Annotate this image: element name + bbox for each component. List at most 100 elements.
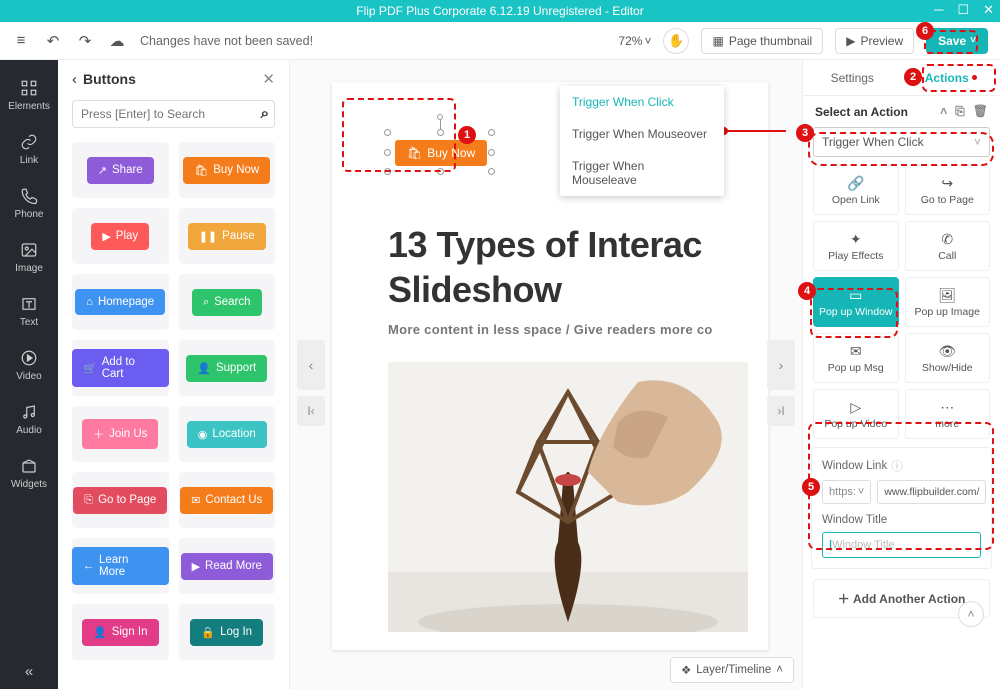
trigger-mouseleave[interactable]: Trigger When Mouseleave	[560, 150, 724, 196]
action-icon: ↪	[941, 175, 953, 192]
play-icon: ▶	[846, 34, 855, 48]
video-nav[interactable]: Video	[0, 338, 58, 392]
last-page[interactable]: ›I	[767, 396, 795, 426]
chip-label: Go to Page	[98, 494, 156, 506]
button-chip[interactable]: 🛒Add to Cart	[72, 340, 169, 396]
search-input[interactable]	[72, 100, 275, 128]
hamburger-icon[interactable]: ≡	[12, 32, 30, 50]
preview-button[interactable]: ▶Preview	[835, 28, 914, 54]
first-page[interactable]: I‹	[297, 396, 325, 426]
action-icon: 👁	[938, 343, 956, 360]
tab-settings[interactable]: Settings	[803, 60, 902, 95]
action-call[interactable]: ✆Call	[905, 221, 991, 271]
action-label: Go to Page	[921, 194, 974, 206]
action-pop-up-msg[interactable]: ✉ Pop up Msg	[813, 333, 899, 383]
button-chip[interactable]: 👤Support	[179, 340, 276, 396]
back-icon[interactable]: ‹	[72, 71, 77, 88]
elements-nav[interactable]: Elements	[0, 68, 58, 122]
button-chip[interactable]: ↗Share	[72, 142, 169, 198]
search-icon[interactable]: ⌕	[261, 105, 269, 122]
button-chip[interactable]: ⎘ Go to Page	[72, 472, 169, 528]
chip-label: Sign In	[112, 626, 148, 638]
page-image	[388, 362, 748, 632]
layer-timeline-button[interactable]: ❖Layer/Timeline˄	[670, 657, 794, 683]
collapse-nav[interactable]: «	[0, 653, 58, 689]
action-label: Pop up Msg	[828, 362, 884, 374]
minimize-icon[interactable]: ─	[934, 2, 943, 18]
chevron-down-icon: ˅	[974, 135, 981, 149]
button-chip[interactable]: 🛍Buy Now	[179, 142, 276, 198]
close-icon[interactable]: ✕	[983, 2, 994, 18]
page-thumbnail-button[interactable]: ▦Page thumbnail	[701, 28, 823, 54]
chip-label: Join Us	[109, 428, 147, 440]
action-more[interactable]: ⋯more	[905, 389, 991, 439]
action-icon: ✉	[850, 343, 862, 360]
button-chip[interactable]: ◉Location	[179, 406, 276, 462]
text-nav[interactable]: Text	[0, 284, 58, 338]
collapse-icon[interactable]: ˄	[940, 104, 947, 119]
scroll-up-button[interactable]: ˄	[958, 601, 984, 627]
url-input[interactable]: www.flipbuilder.com/	[877, 480, 986, 504]
chip-icon: 🛍	[194, 164, 208, 177]
chip-icon: 🛒	[83, 362, 97, 375]
action-play-effects[interactable]: ✦Play Effects	[813, 221, 899, 271]
button-chip[interactable]: 👤Sign In	[72, 604, 169, 660]
protocol-select[interactable]: https:˅	[822, 480, 871, 504]
hand-tool[interactable]: ✋	[663, 28, 689, 54]
chip-label: Location	[212, 428, 255, 440]
action-icon: ⋯	[940, 399, 954, 416]
action-go-to-page[interactable]: ↪ Go to Page	[905, 165, 991, 215]
trigger-select[interactable]: Trigger When Click˅	[813, 127, 990, 157]
chevron-up-icon: ˄	[776, 664, 783, 676]
audio-nav[interactable]: Audio	[0, 392, 58, 446]
save-button[interactable]: Save˅	[926, 28, 988, 54]
image-nav[interactable]: Image	[0, 230, 58, 284]
bag-icon: 🛍	[407, 146, 422, 160]
chip-label: Search	[214, 296, 250, 308]
trigger-click[interactable]: Trigger When Click	[560, 86, 724, 118]
copy-icon[interactable]: ⎘	[955, 104, 965, 119]
button-chip[interactable]: 🔒Log In	[179, 604, 276, 660]
action-pop-up-window[interactable]: ▭Pop up Window	[813, 277, 899, 327]
button-chip[interactable]: ←Learn More	[72, 538, 169, 594]
button-chip[interactable]: ❚❚Pause	[179, 208, 276, 264]
info-icon: ⓘ	[891, 458, 903, 474]
chip-label: Log In	[220, 626, 252, 638]
trigger-mouseover[interactable]: Trigger When Mouseover	[560, 118, 724, 150]
widgets-nav[interactable]: Widgets	[0, 446, 58, 500]
action-pop-up-image[interactable]: 🖼Pop up Image	[905, 277, 991, 327]
zoom-control[interactable]: 72%˅	[618, 34, 651, 48]
action-icon: 🖼	[938, 287, 956, 304]
button-chip[interactable]: ✉Contact Us	[179, 472, 276, 528]
button-chip[interactable]: ＋Join Us	[72, 406, 169, 462]
phone-nav[interactable]: Phone	[0, 176, 58, 230]
titlebar: Flip PDF Plus Corporate 6.12.19 Unregist…	[0, 0, 1000, 22]
grid-icon: ▦	[712, 34, 723, 48]
buttons-panel: ‹ Buttons ✕ ⌕ ↗Share🛍Buy Now▶Play❚❚Pause…	[58, 60, 290, 689]
trash-icon[interactable]: 🗑	[973, 104, 988, 119]
undo-icon[interactable]: ↶	[44, 32, 62, 50]
close-panel-icon[interactable]: ✕	[262, 70, 275, 88]
selected-button[interactable]: 🛍Buy Now	[395, 140, 487, 166]
app-title: Flip PDF Plus Corporate 6.12.19 Unregist…	[356, 4, 643, 18]
button-chip[interactable]: ⌂Homepage	[72, 274, 169, 330]
button-chip[interactable]: ▶Read More	[179, 538, 276, 594]
maximize-icon[interactable]: ☐	[957, 2, 969, 18]
action-show/hide[interactable]: 👁Show/Hide	[905, 333, 991, 383]
chip-icon: ⎘	[84, 494, 93, 507]
prev-page[interactable]: ‹	[297, 340, 325, 390]
selection-box[interactable]: 🛍Buy Now	[387, 132, 492, 172]
chip-label: Homepage	[98, 296, 154, 308]
next-page[interactable]: ›	[767, 340, 795, 390]
button-chip[interactable]: ⌕Search	[179, 274, 276, 330]
button-chip[interactable]: ▶Play	[72, 208, 169, 264]
canvas[interactable]: 🛍Buy Now 13 Types of InteracSlideshow Mo…	[290, 60, 802, 689]
action-pop-up-video[interactable]: ▷Pop up Video	[813, 389, 899, 439]
cloud-icon: ☁	[108, 32, 126, 50]
redo-icon[interactable]: ↷	[76, 32, 94, 50]
action-label: Call	[938, 250, 956, 262]
window-link-block: Window Linkⓘ https:˅ www.flipbuilder.com…	[811, 447, 992, 569]
action-open-link[interactable]: 🔗Open Link	[813, 165, 899, 215]
window-title-input[interactable]: |Window Title	[822, 532, 981, 558]
link-nav[interactable]: Link	[0, 122, 58, 176]
